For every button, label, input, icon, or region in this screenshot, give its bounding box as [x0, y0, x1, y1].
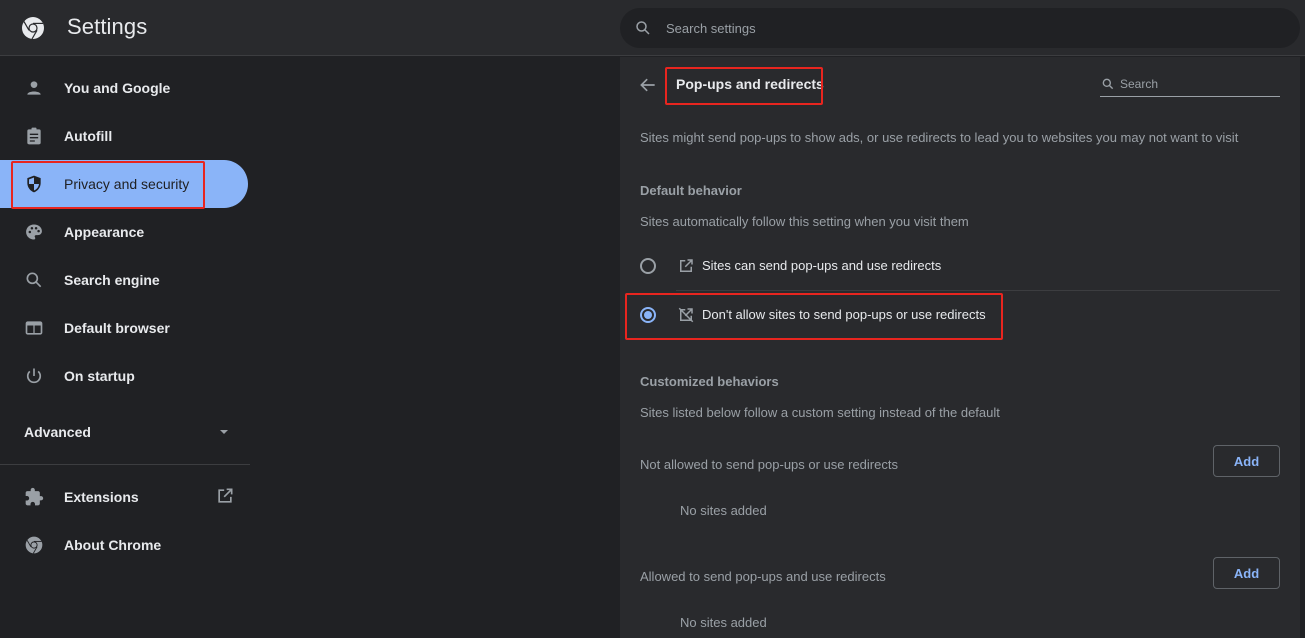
add-allowed-site-button[interactable]: Add [1213, 557, 1280, 589]
radio-label: Don't allow sites to send pop-ups or use… [702, 307, 986, 322]
palette-icon [26, 224, 42, 240]
sidebar-item-extensions[interactable]: Extensions [0, 473, 248, 521]
allowed-list-empty: No sites added [680, 615, 767, 630]
sidebar-item-label: On startup [64, 368, 135, 384]
radio-block-popups[interactable]: Don't allow sites to send pop-ups or use… [620, 291, 1300, 339]
app-title: Settings [67, 14, 148, 39]
sidebar-item-search-engine[interactable]: Search engine [0, 256, 248, 304]
sidebar-item-on-startup[interactable]: On startup [0, 352, 248, 400]
sidebar-item-label: Privacy and security [64, 176, 190, 192]
person-icon [27, 81, 41, 95]
search-settings-box[interactable] [620, 8, 1300, 48]
sidebar-item-label: About Chrome [64, 537, 162, 553]
sidebar-item-autofill[interactable]: Autofill [0, 112, 248, 160]
sidebar-item-label: Default browser [64, 320, 170, 336]
popups-settings-card: Pop-ups and redirects Sites might send p… [620, 57, 1300, 638]
sidebar-item-label: Autofill [64, 128, 113, 144]
sidebar-item-appearance[interactable]: Appearance [0, 208, 248, 256]
top-bar: Settings [0, 0, 1305, 56]
sidebar-item-label: You and Google [64, 80, 171, 96]
divider [0, 464, 250, 465]
back-arrow-icon[interactable] [638, 75, 658, 95]
power-icon [26, 368, 42, 384]
page-title: Pop-ups and redirects [676, 76, 824, 92]
page-description: Sites might send pop-ups to show ads, or… [640, 130, 1239, 145]
radio-button[interactable] [640, 258, 656, 274]
sidebar-item-label: Search engine [64, 272, 160, 288]
sidebar-item-privacy-and-security[interactable]: Privacy and security [0, 160, 248, 208]
site-search-field[interactable] [1100, 73, 1280, 97]
open-in-new-icon [680, 259, 693, 272]
popup-blocked-icon [678, 307, 694, 323]
default-behavior-heading: Default behavior [640, 183, 742, 198]
search-icon [26, 272, 42, 288]
clipboard-icon [27, 127, 41, 145]
radio-button-checked[interactable] [640, 307, 656, 323]
blocked-list-empty: No sites added [680, 503, 767, 518]
open-in-new-icon [218, 488, 233, 503]
caret-down-icon [220, 430, 228, 434]
default-behavior-subtext: Sites automatically follow this setting … [640, 214, 969, 229]
chrome-logo-icon [22, 17, 44, 40]
advanced-label: Advanced [24, 424, 91, 440]
search-icon [636, 21, 650, 35]
sidebar-item-default-browser[interactable]: Default browser [0, 304, 248, 352]
customized-behaviors-subtext: Sites listed below follow a custom setti… [640, 405, 1000, 420]
puzzle-icon [25, 487, 44, 506]
sidebar: You and Google Autofill Privacy and secu… [0, 57, 250, 638]
sidebar-item-you-and-google[interactable]: You and Google [0, 64, 248, 112]
search-icon [1102, 78, 1114, 90]
search-settings-input[interactable] [666, 8, 1266, 48]
add-blocked-site-button[interactable]: Add [1213, 445, 1280, 477]
site-search-input[interactable] [1120, 73, 1278, 95]
radio-label: Sites can send pop-ups and use redirects [702, 258, 942, 273]
allowed-list-heading: Allowed to send pop-ups and use redirect… [640, 569, 886, 584]
sidebar-item-about-chrome[interactable]: About Chrome [0, 521, 248, 569]
radio-allow-popups[interactable]: Sites can send pop-ups and use redirects [620, 242, 1300, 290]
sidebar-item-label: Extensions [64, 489, 139, 505]
sidebar-item-label: Appearance [64, 224, 145, 240]
blocked-list-heading: Not allowed to send pop-ups or use redir… [640, 457, 898, 472]
shield-icon [27, 175, 41, 193]
advanced-toggle[interactable]: Advanced [0, 408, 250, 456]
chrome-icon [25, 536, 43, 554]
browser-icon [25, 321, 43, 335]
customized-behaviors-heading: Customized behaviors [640, 374, 779, 389]
